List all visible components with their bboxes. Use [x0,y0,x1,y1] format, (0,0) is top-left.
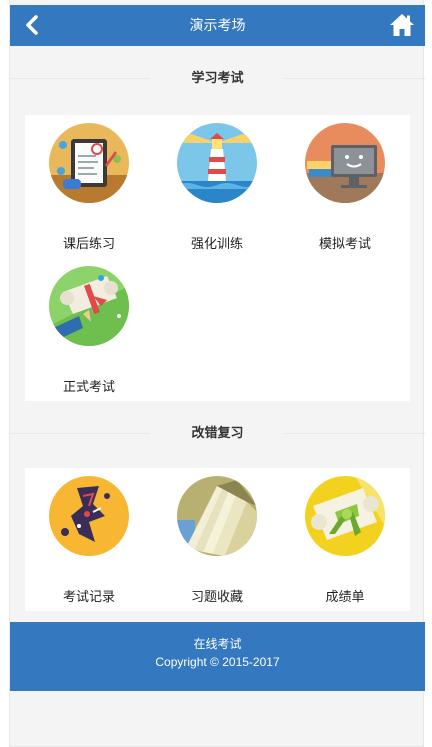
tile-label: 习题收藏 [190,589,243,604]
tile-mock-exam[interactable]: 模拟考试 [281,115,409,255]
tile-intensive-training[interactable]: 强化训练 [153,115,281,255]
tile-transcript[interactable]: 成绩单 [281,468,409,608]
divider [285,433,425,434]
app-frame: 演示考场 学习考试 课后练习 强化训练 模拟考试 正式考试 改错复习 考试记录 … [9,0,425,747]
tile-formal-exam[interactable]: 正式考试 [25,258,153,398]
exercise-sheet-icon [49,123,129,203]
tile-favorite-exercises[interactable]: 习题收藏 [153,468,281,608]
tile-label: 模拟考试 [318,236,371,251]
tile-label: 课后练习 [62,236,115,251]
home-icon [390,14,414,36]
lighthouse-icon [177,123,257,203]
record-icon [49,476,129,556]
home-button[interactable] [389,13,415,37]
diploma-icon [49,266,129,346]
book-pages-icon [177,476,257,556]
study-exam-panel: 课后练习 强化训练 模拟考试 正式考试 [25,115,410,401]
tile-after-class-exercise[interactable]: 课后练习 [25,115,153,255]
tile-exam-records[interactable]: 考试记录 [25,468,153,608]
section-header-error-review: 改错复习 [10,423,425,443]
certificate-scroll-icon [305,476,385,556]
divider [285,78,425,79]
tile-label: 正式考试 [62,379,115,394]
footer-title: 在线考试 [193,637,242,651]
page-title: 演示考场 [189,17,246,33]
tile-label: 考试记录 [62,589,115,604]
section-title: 学习考试 [191,70,244,85]
copyright-text: Copyright © 2015-2017 [155,655,280,669]
footer: 在线考试 Copyright © 2015-2017 [10,622,425,691]
tile-label: 成绩单 [325,589,365,604]
section-title: 改错复习 [191,425,244,440]
monitor-icon [305,123,385,203]
tile-label: 强化训练 [190,236,243,251]
error-review-panel: 考试记录 习题收藏 成绩单 [25,468,410,611]
section-header-study-exam: 学习考试 [10,68,425,88]
divider [10,78,150,79]
top-navigation-bar: 演示考场 [10,5,425,46]
divider [10,433,150,434]
